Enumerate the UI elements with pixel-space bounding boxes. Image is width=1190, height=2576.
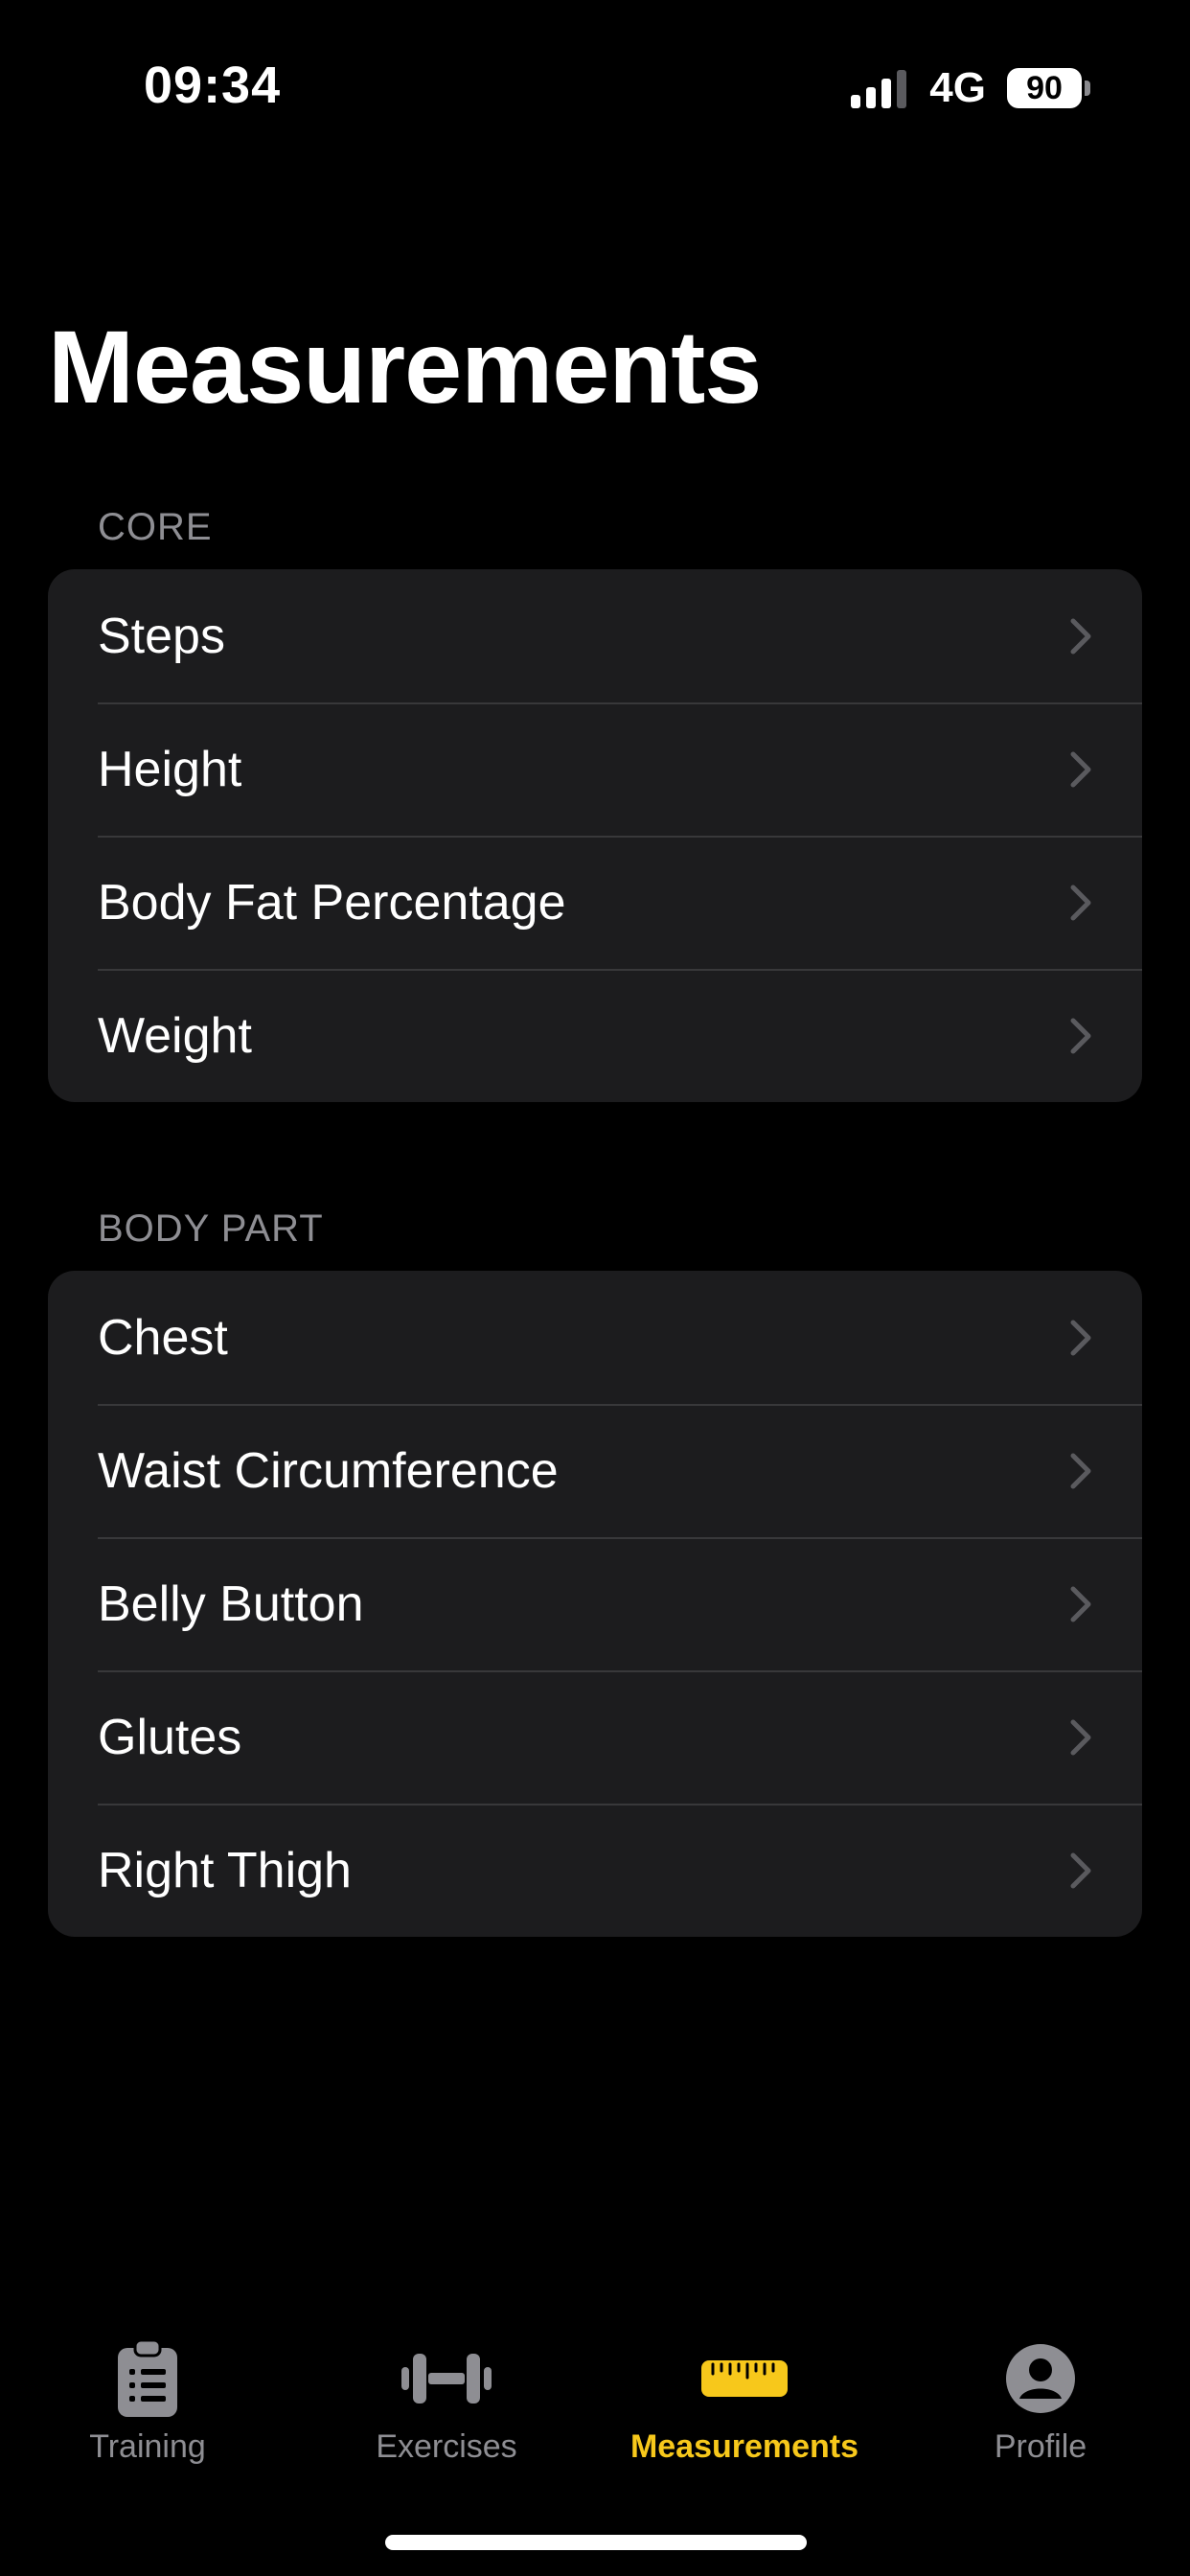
chevron-right-icon [1070, 1719, 1091, 1755]
person-circle-icon [1005, 2338, 1076, 2419]
chevron-right-icon [1070, 1320, 1091, 1355]
page-title: Measurements [48, 309, 762, 425]
chevron-right-icon [1070, 885, 1091, 920]
battery-level: 90 [1007, 68, 1082, 108]
dumbbell-icon [401, 2338, 492, 2419]
clipboard-icon [114, 2338, 181, 2419]
tab-label: Measurements [629, 2428, 859, 2465]
section-header-body-part: BODY PART [98, 1208, 324, 1250]
list-item-waist-circumference[interactable]: Waist Circumference [48, 1404, 1142, 1537]
tab-training[interactable]: Training [4, 2338, 291, 2472]
tab-label: Training [89, 2428, 206, 2465]
tab-bar: Training Exercises Measurements Profile [0, 2319, 1190, 2472]
network-type: 4G [929, 64, 986, 111]
list-item-body-fat-percentage[interactable]: Body Fat Percentage [48, 836, 1142, 969]
list-item-label: Height [98, 741, 242, 797]
list-item-glutes[interactable]: Glutes [48, 1670, 1142, 1804]
battery-icon: 90 [1007, 68, 1090, 108]
tab-exercises[interactable]: Exercises [303, 2338, 590, 2472]
status-time: 09:34 [144, 57, 282, 114]
list-item-belly-button[interactable]: Belly Button [48, 1537, 1142, 1670]
chevron-right-icon [1070, 618, 1091, 654]
home-indicator[interactable] [385, 2535, 807, 2550]
chevron-right-icon [1070, 1852, 1091, 1888]
chevron-right-icon [1070, 751, 1091, 787]
list-item-label: Waist Circumference [98, 1442, 559, 1499]
list-item-label: Steps [98, 608, 225, 664]
ruler-icon [701, 2338, 788, 2419]
list-item-label: Body Fat Percentage [98, 874, 566, 931]
chevron-right-icon [1070, 1453, 1091, 1488]
chevron-right-icon [1070, 1018, 1091, 1053]
list-item-label: Right Thigh [98, 1842, 352, 1898]
list-item-height[interactable]: Height [48, 702, 1142, 836]
status-indicators: 4G 90 [849, 64, 1090, 111]
tab-label: Profile [994, 2428, 1087, 2465]
list-item-steps[interactable]: Steps [48, 569, 1142, 702]
list-item-label: Weight [98, 1007, 252, 1064]
chevron-right-icon [1070, 1586, 1091, 1622]
list-item-label: Belly Button [98, 1576, 364, 1632]
tab-profile[interactable]: Profile [897, 2338, 1184, 2472]
list-item-right-thigh[interactable]: Right Thigh [48, 1804, 1142, 1937]
cellular-signal-icon [851, 70, 907, 108]
list-item-chest[interactable]: Chest [48, 1271, 1142, 1404]
tab-label: Exercises [376, 2428, 517, 2465]
core-list: Steps Height Body Fat Percentage Weight [48, 569, 1142, 1102]
battery-tip [1085, 80, 1090, 96]
body-part-list: Chest Waist Circumference Belly Button G… [48, 1271, 1142, 1937]
section-header-core: CORE [98, 506, 213, 548]
list-item-label: Glutes [98, 1709, 242, 1765]
list-item-label: Chest [98, 1309, 228, 1366]
tab-measurements[interactable]: Measurements [601, 2338, 888, 2472]
list-item-weight[interactable]: Weight [48, 969, 1142, 1102]
